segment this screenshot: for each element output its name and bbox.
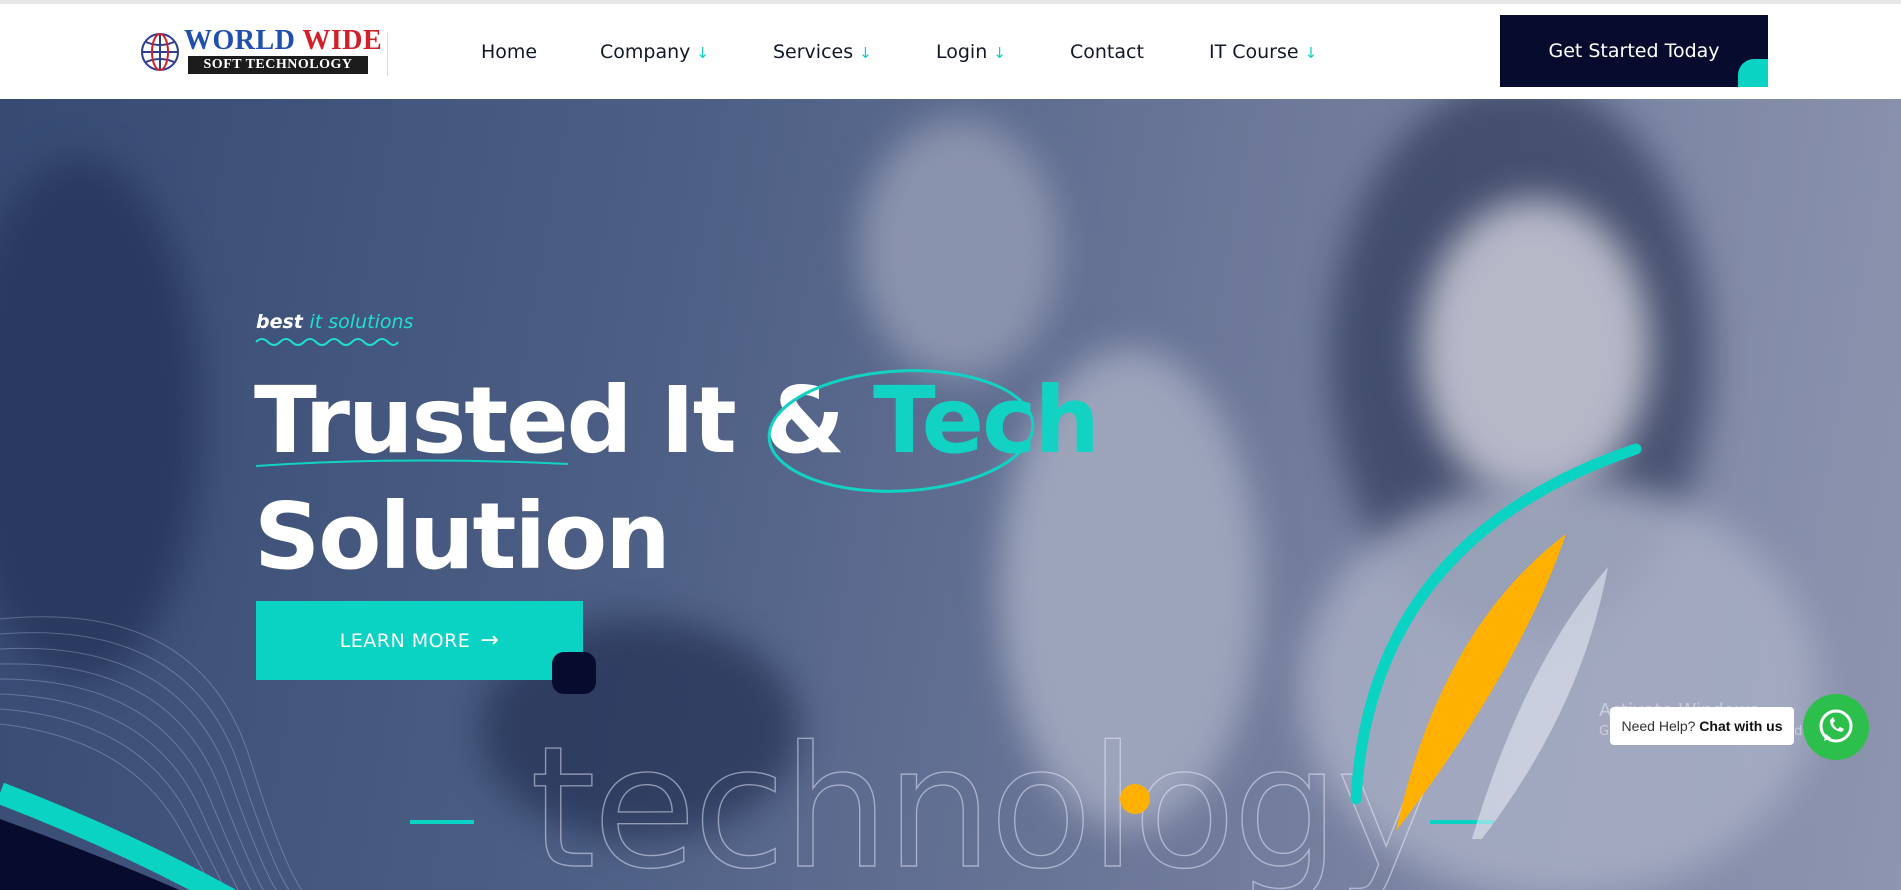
eyebrow-accent-text: it solutions (309, 311, 414, 333)
button-corner-accent (1738, 59, 1768, 87)
arrow-down-icon: ↓ (696, 44, 709, 62)
tech-ellipse-outline (767, 369, 1035, 493)
whatsapp-button[interactable] (1803, 694, 1869, 760)
nav-item-it-course[interactable]: IT Course ↓ (1209, 40, 1317, 65)
outline-word-dash-left (410, 820, 474, 824)
site-header: WORLD WIDE SOFT TECHNOLOGY Home Company ↓… (0, 4, 1901, 99)
arrow-down-icon: ↓ (993, 44, 1006, 62)
globe-icon (141, 33, 179, 71)
logo-divider (387, 32, 388, 76)
eyebrow-plain-text: best (256, 311, 303, 333)
brand-word-wide: WIDE (302, 25, 383, 56)
background-figure-center (860, 119, 1060, 379)
whatsapp-icon (1819, 709, 1853, 743)
nav-label: IT Course (1209, 41, 1299, 63)
nav-item-services[interactable]: Services ↓ (773, 40, 872, 65)
arrow-down-icon: ↓ (859, 44, 872, 62)
yellow-dot (1120, 784, 1150, 814)
squiggle-underline (255, 338, 399, 346)
nav-label: Services (773, 41, 854, 63)
outline-word-technology: technology (529, 710, 1436, 890)
nav-label: Login (936, 41, 988, 63)
arrow-down-icon: ↓ (1304, 44, 1318, 62)
brand-word-world: WORLD (184, 25, 296, 56)
hero-eyebrow: best it solutions (256, 311, 413, 333)
nav-item-company[interactable]: Company ↓ (600, 40, 709, 65)
arrow-right-icon: → (480, 628, 500, 653)
hero-headline-line2: Solution (254, 483, 671, 590)
nav-item-login[interactable]: Login ↓ (936, 40, 1006, 65)
learn-more-label: LEARN MORE (339, 630, 471, 652)
brand-logo[interactable]: WORLD WIDE SOFT TECHNOLOGY (138, 26, 382, 76)
learn-more-button[interactable]: LEARN MORE → (256, 601, 583, 680)
help-prefix: Need Help? (1621, 718, 1696, 734)
nav-item-home[interactable]: Home (481, 40, 537, 64)
get-started-button[interactable]: Get Started Today (1500, 15, 1768, 87)
nav-item-contact[interactable]: Contact (1070, 40, 1144, 64)
need-help-chat-bubble[interactable]: Need Help? Chat with us (1610, 707, 1794, 745)
decorative-arcs (1350, 443, 1642, 839)
nav-label: Home (481, 41, 538, 63)
get-started-label: Get Started Today (1548, 40, 1720, 62)
nav-label: Contact (1070, 41, 1144, 63)
help-chat-link: Chat with us (1699, 718, 1783, 734)
button-dark-accent (552, 652, 596, 694)
headline-underline (255, 459, 569, 467)
hero-section: best it solutions Trusted It & Tech Solu… (0, 99, 1901, 890)
nav-label: Company (600, 41, 691, 63)
brand-name-line2: SOFT TECHNOLOGY (188, 56, 368, 74)
corner-arc-decoration (0, 782, 236, 890)
brand-name-line1: WORLD WIDE (184, 26, 382, 56)
